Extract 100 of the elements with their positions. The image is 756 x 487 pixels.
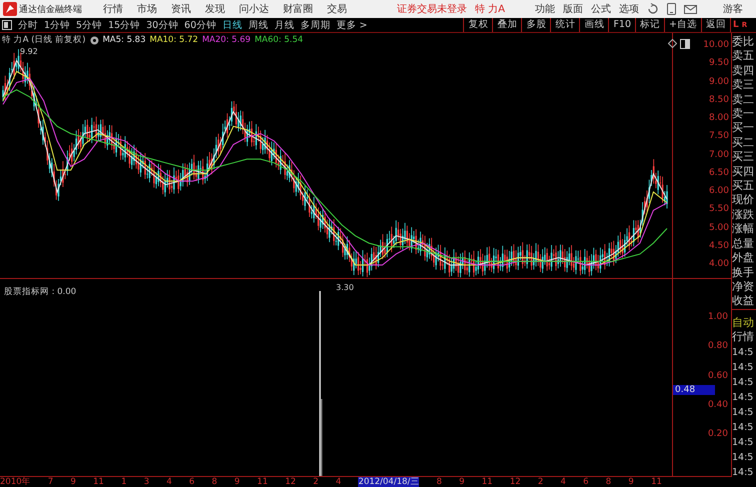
ticks-header-label: 自动 (732, 316, 755, 330)
price-axis-label: 5.50 (708, 204, 729, 214)
period-tab[interactable]: 30分钟 (146, 18, 178, 32)
phone-icon[interactable] (667, 3, 676, 15)
period-tab[interactable]: 周线 (248, 18, 268, 32)
tick-time: 14:5 (732, 450, 754, 465)
menu-item[interactable]: 问小达 (239, 2, 269, 16)
menu-item[interactable]: 版面 (563, 2, 583, 16)
login-notice[interactable]: 证券交易未登录 (397, 2, 467, 16)
menu-item[interactable]: 功能 (535, 2, 555, 16)
legend-series-value: : 5.72 (174, 35, 198, 45)
tool-button[interactable]: +自选 (664, 18, 701, 32)
date-axis-label: 9 (459, 477, 465, 487)
period-tab[interactable]: 月线 (274, 18, 294, 32)
quote-field-label: 净资 (732, 280, 755, 294)
price-axis-label: 10.00 (703, 40, 729, 50)
user-label[interactable]: 游客 (723, 2, 743, 16)
price-axis-label: 4.00 (708, 259, 729, 269)
period-tab[interactable]: 日线 (222, 18, 242, 32)
tool-button[interactable]: 多股 (521, 18, 550, 32)
menu-item[interactable]: 资讯 (171, 2, 191, 16)
date-axis-label: 9 (234, 477, 240, 487)
cursor-date-label: 2012/04/18/三 (358, 477, 420, 487)
app-logo-icon (3, 2, 17, 16)
settings-icon[interactable] (90, 36, 99, 44)
price-axis-label: 4.50 (708, 240, 729, 251)
legend-series-name: MA10 (150, 35, 174, 45)
menu-item[interactable]: 发现 (205, 2, 225, 16)
date-axis-label: 11 (482, 477, 493, 487)
mail-icon[interactable] (684, 4, 697, 14)
menu-item[interactable]: 选项 (619, 2, 639, 16)
period-tab[interactable]: 多周期 (300, 18, 330, 32)
indicator-axis-label: 0.20 (708, 429, 728, 439)
price-axis-label: 6.00 (708, 186, 729, 196)
price-axis-label: 9.50 (708, 58, 729, 68)
tick-time: 14:5 (732, 406, 754, 420)
panel-toggle-label[interactable]: L (733, 20, 739, 30)
date-axis-label: 9 (628, 477, 634, 487)
price-axis-label: 9.00 (708, 76, 729, 86)
date-axis-label: 8 (212, 477, 218, 487)
tool-button[interactable]: 统计 (550, 18, 580, 32)
indicator-axis-label: 0.60 (708, 370, 728, 380)
tool-button[interactable]: 叠加 (492, 18, 522, 32)
price-axis-label: 7.50 (708, 131, 729, 142)
legend-series-value: : 5.54 (278, 35, 304, 45)
date-axis-label: 8 (436, 477, 442, 487)
tool-button[interactable]: F10 (608, 18, 636, 32)
period-tab[interactable]: 1分钟 (44, 18, 70, 32)
date-axis-label: 6 (189, 477, 195, 487)
quote-field-label: 外盘 (732, 251, 755, 266)
date-axis-label: 2 (313, 477, 319, 487)
date-axis-label: 11 (257, 477, 268, 487)
date-axis-label: 3 (144, 477, 150, 487)
date-axis-label: 9 (70, 477, 76, 487)
quote-field-label: 买四 (732, 164, 755, 180)
quote-field-label: 买五 (732, 179, 755, 194)
date-axis-label: 12 (510, 477, 521, 487)
date-axis-label: 12 (285, 477, 296, 487)
legend-series-value: : 5.69 (226, 35, 251, 45)
period-tab[interactable]: 60分钟 (184, 18, 216, 32)
price-axis-label: 5.00 (708, 222, 729, 232)
quote-field-label: 买三 (732, 150, 755, 165)
period-tab[interactable]: 分时 (18, 18, 38, 32)
panel-toggle-icon[interactable] (2, 20, 12, 30)
legend-series-value: : 5.83 (121, 35, 146, 45)
tool-button[interactable]: 返回 (701, 18, 730, 32)
tool-button[interactable]: 标记 (635, 18, 664, 32)
date-axis-label: 8 (606, 477, 612, 487)
date-axis-label: 2 (538, 477, 544, 487)
date-axis-label: 2010年 (0, 477, 31, 487)
date-axis-label: 11 (93, 477, 104, 487)
tick-time: 14:5 (732, 390, 754, 405)
ticks-header-label: 行情 (732, 330, 755, 345)
menu-item[interactable]: 财富圈 (283, 2, 313, 16)
quote-field-label: 委比 (732, 35, 755, 50)
legend-series-name: MA20 (202, 35, 226, 45)
quote-field-label: 换手 (732, 266, 755, 280)
legend-series-name: MA5 (102, 35, 122, 45)
period-tab[interactable]: 更多 > (336, 18, 368, 32)
indicator-axis-label: 0.40 (708, 400, 728, 410)
price-axis-label: 6.50 (708, 168, 729, 178)
menu-item[interactable]: 公式 (591, 2, 611, 16)
quote-field-label: 卖四 (732, 64, 755, 78)
panel-toggle-icon[interactable] (680, 39, 690, 49)
quote-field-label: 买一 (732, 121, 755, 136)
tick-time: 14:5 (732, 466, 754, 480)
refresh-icon[interactable] (647, 3, 659, 15)
diamond-icon[interactable] (668, 39, 677, 48)
menu-item[interactable]: 交易 (327, 2, 347, 16)
tool-button[interactable]: 复权 (463, 18, 492, 32)
period-tab[interactable]: 15分钟 (108, 18, 140, 32)
indicator-title: 股票指标网 : 0.00 (3, 286, 78, 299)
quote-field-label: 涨幅 (732, 222, 755, 237)
menu-item[interactable]: 行情 (103, 2, 123, 16)
period-tab[interactable]: 5分钟 (76, 18, 102, 32)
tool-button[interactable]: 画线 (579, 18, 608, 32)
date-axis-label: 4 (336, 477, 342, 487)
menu-item[interactable]: 市场 (137, 2, 157, 16)
quote-field-label: 总量 (732, 236, 755, 252)
tick-time: 14:5 (732, 360, 754, 375)
